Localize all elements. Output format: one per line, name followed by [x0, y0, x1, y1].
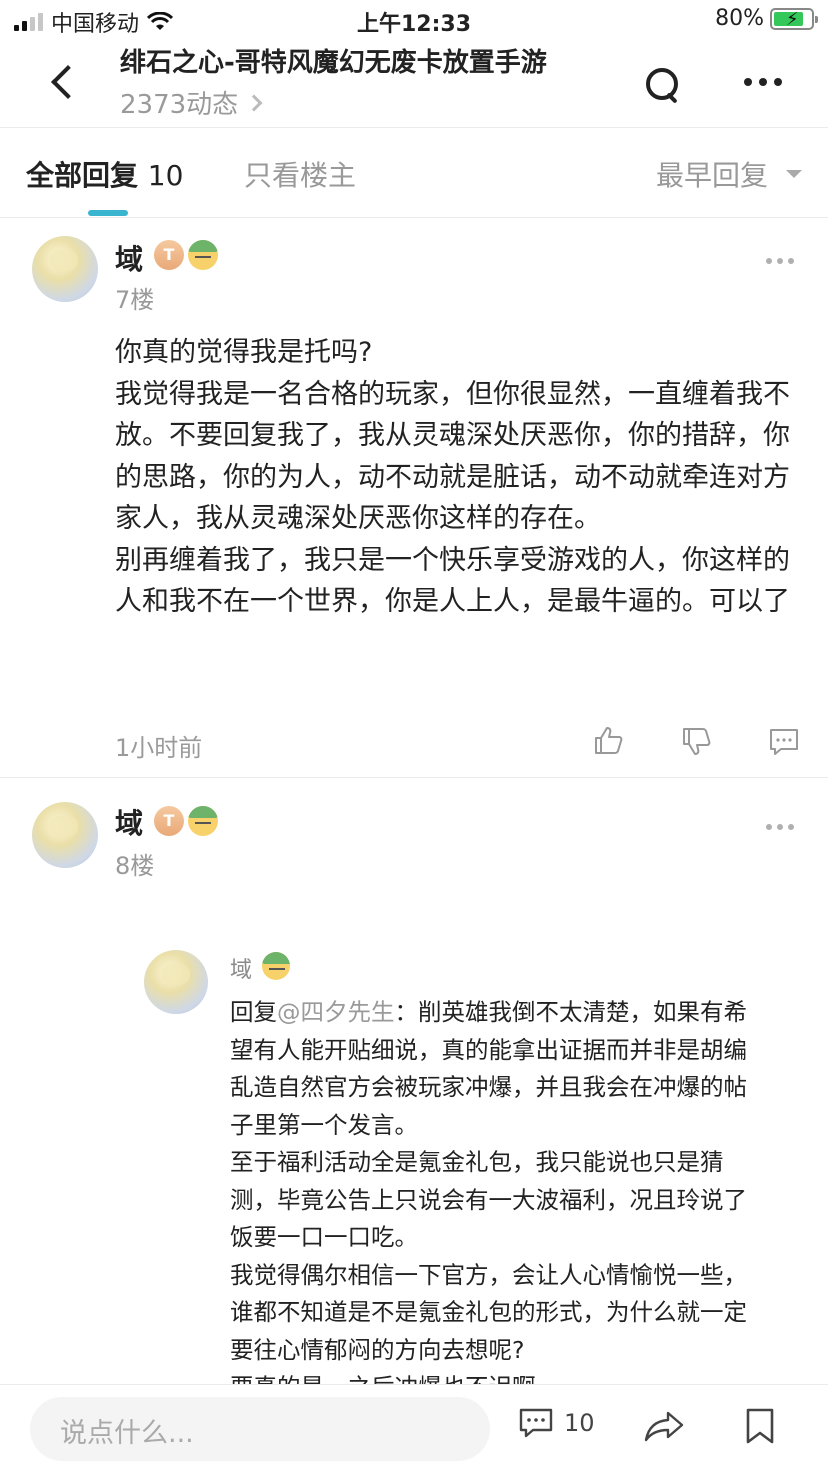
nested-reply-content: 回复@四夕先生：削英雄我倒不太清楚，如果有希望有人能开贴细说，真的能拿出证据而并… [230, 994, 750, 1394]
comment-icon [519, 1408, 553, 1438]
comment-count: 10 [564, 1409, 595, 1437]
chevron-right-icon [245, 94, 263, 111]
username[interactable]: 域 [115, 238, 143, 278]
tab-all-count: 10 [147, 159, 184, 192]
post-content: 你真的觉得我是托吗? 我觉得我是一名合格的玩家，但你很显然，一直缠着我不放。不要… [115, 337, 790, 617]
status-time: 上午12:33 [356, 12, 472, 37]
reply-post: 域 T 8楼 域 回复@四夕先生：削英雄我倒不太清楚，如果有希望有人能开贴细说，… [0, 778, 828, 1394]
mention-link[interactable]: @四夕先生 [277, 998, 395, 1026]
character-badge-icon [188, 806, 218, 836]
reply-post: 域 T 7楼 你真的觉得我是托吗? 我觉得我是一名合格的玩家，但你很显然，一直缠… [0, 218, 828, 778]
nested-text: ：削英雄我倒不太清楚，如果有希望有人能开贴细说，真的能拿出证据而并非是胡编乱造自… [230, 998, 747, 1394]
sort-dropdown[interactable]: 最早回复 [656, 154, 802, 194]
dynamics-count: 2373动态 [120, 90, 239, 120]
share-icon[interactable] [644, 1409, 684, 1443]
reply-tabs: 全部回复 10 只看楼主 最早回复 [0, 128, 828, 218]
character-badge-icon [262, 952, 290, 980]
thumbs-down-icon[interactable] [680, 726, 712, 758]
avatar[interactable] [32, 802, 98, 868]
thumbs-up-icon[interactable] [592, 724, 624, 756]
dynamics-link[interactable]: 2373动态 [120, 84, 263, 121]
status-right: 80% ⚡ [715, 6, 818, 31]
floor-number: 7楼 [115, 286, 155, 314]
level-badge-icon: T [154, 806, 184, 836]
tab-all-label: 全部回复 [26, 159, 139, 192]
more-icon[interactable] [744, 78, 782, 86]
reply-prefix: 回复 [230, 998, 277, 1026]
username[interactable]: 域 [115, 802, 143, 842]
post-more-icon[interactable] [766, 824, 794, 830]
bookmark-icon[interactable] [744, 1407, 776, 1445]
sort-label: 最早回复 [655, 159, 768, 192]
page-title: 绯石之心-哥特风魔幻无废卡放置手游 [120, 48, 547, 78]
nested-username[interactable]: 域 [230, 952, 252, 984]
comment-count-button[interactable]: 10 [518, 1407, 595, 1439]
status-bar: 中国移动 上午12:33 80% ⚡ [0, 0, 828, 40]
avatar[interactable] [144, 950, 208, 1014]
character-badge-icon [188, 240, 218, 270]
post-more-icon[interactable] [766, 258, 794, 264]
bottom-bar: 说点什么... 10 [0, 1384, 828, 1472]
comment-input[interactable]: 说点什么... [30, 1397, 490, 1461]
search-icon[interactable] [644, 66, 680, 102]
nav-header: 绯石之心-哥特风魔幻无废卡放置手游 2373动态 [0, 40, 828, 128]
caret-down-icon [786, 170, 802, 178]
back-arrow-icon[interactable] [46, 62, 82, 102]
level-badge-icon: T [154, 240, 184, 270]
comment-icon[interactable] [768, 726, 800, 758]
battery-percent: 80% [715, 6, 764, 31]
battery-icon: ⚡ [770, 7, 818, 30]
tab-owner-only[interactable]: 只看楼主 [244, 154, 356, 194]
avatar[interactable] [32, 236, 98, 302]
tab-active-indicator [88, 210, 128, 216]
tab-all-replies[interactable]: 全部回复 10 [26, 154, 183, 194]
floor-number: 8楼 [115, 852, 155, 880]
post-time: 1小时前 [115, 734, 203, 762]
